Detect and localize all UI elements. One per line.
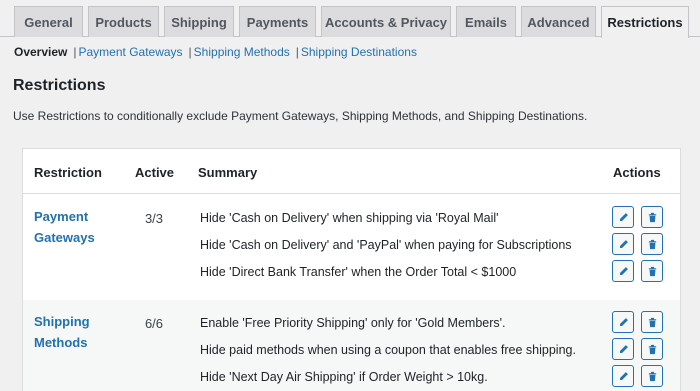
subnav-shipping-destinations[interactable]: Shipping Destinations [301, 45, 417, 59]
delete-button[interactable] [641, 206, 663, 228]
pencil-icon [619, 212, 628, 221]
tab-shipping[interactable]: Shipping [164, 6, 234, 37]
edit-button[interactable] [612, 311, 634, 333]
pencil-icon [619, 344, 628, 353]
group-active-count: 6/6 [144, 316, 164, 331]
settings-tabs: General Products Shipping Payments Accou… [0, 0, 700, 38]
trash-icon [648, 317, 656, 327]
pencil-icon [619, 371, 628, 380]
trash-icon [648, 212, 656, 222]
rule-summary: Hide 'Direct Bank Transfer' when the Ord… [200, 265, 517, 279]
delete-button[interactable] [641, 233, 663, 255]
subnav-shipping-methods[interactable]: Shipping Methods [194, 45, 290, 59]
group-name-link[interactable]: Shipping Methods [34, 311, 114, 353]
edit-button[interactable] [612, 206, 634, 228]
edit-button[interactable] [612, 260, 634, 282]
subsection-nav: Overview | Payment Gateways | Shipping Metho… [14, 45, 417, 59]
delete-button[interactable] [641, 260, 663, 282]
subnav-payment-gateways[interactable]: Payment Gateways [79, 45, 183, 59]
pencil-icon [619, 317, 628, 326]
delete-button[interactable] [641, 311, 663, 333]
tab-payments[interactable]: Payments [239, 6, 316, 37]
page-title: Restrictions [13, 77, 106, 94]
restrictions-table: Restriction Active Summary Actions Payme… [22, 148, 681, 391]
trash-icon [648, 371, 656, 381]
rule-summary: Hide paid methods when using a coupon th… [200, 343, 576, 357]
page-description: Use Restrictions to conditionally exclud… [13, 109, 588, 123]
trash-icon [648, 266, 656, 276]
column-restriction: Restriction [34, 165, 102, 180]
edit-button[interactable] [612, 338, 634, 360]
pencil-icon [619, 239, 628, 248]
table-header: Restriction Active Summary Actions [23, 149, 680, 194]
restriction-group-payment-gateways: Payment Gateways 3/3 Hide 'Cash on Deliv… [23, 195, 680, 300]
tab-advanced[interactable]: Advanced [521, 6, 596, 37]
rule-summary: Hide 'Next Day Air Shipping' if Order We… [200, 370, 488, 384]
edit-button[interactable] [612, 233, 634, 255]
trash-icon [648, 239, 656, 249]
tab-restrictions[interactable]: Restrictions [601, 6, 689, 38]
group-name-link[interactable]: Payment Gateways [34, 206, 114, 248]
trash-icon [648, 344, 656, 354]
column-actions: Actions [613, 165, 661, 180]
column-active: Active [135, 165, 175, 180]
restriction-group-shipping-methods: Shipping Methods 6/6 Enable 'Free Priori… [23, 300, 680, 391]
edit-button[interactable] [612, 365, 634, 387]
rule-summary: Hide 'Cash on Delivery' when shipping vi… [200, 211, 499, 225]
group-active-count: 3/3 [144, 211, 164, 226]
column-summary: Summary [198, 165, 258, 180]
tab-emails[interactable]: Emails [456, 6, 516, 37]
tab-accounts-privacy[interactable]: Accounts & Privacy [321, 6, 451, 37]
pencil-icon [619, 266, 628, 275]
delete-button[interactable] [641, 338, 663, 360]
subnav-overview[interactable]: Overview [14, 45, 67, 59]
rule-summary: Enable 'Free Priority Shipping' only for… [200, 316, 506, 330]
tab-products[interactable]: Products [88, 6, 159, 37]
rule-summary: Hide 'Cash on Delivery' and 'PayPal' whe… [200, 238, 572, 252]
delete-button[interactable] [641, 365, 663, 387]
tab-general[interactable]: General [14, 6, 83, 37]
